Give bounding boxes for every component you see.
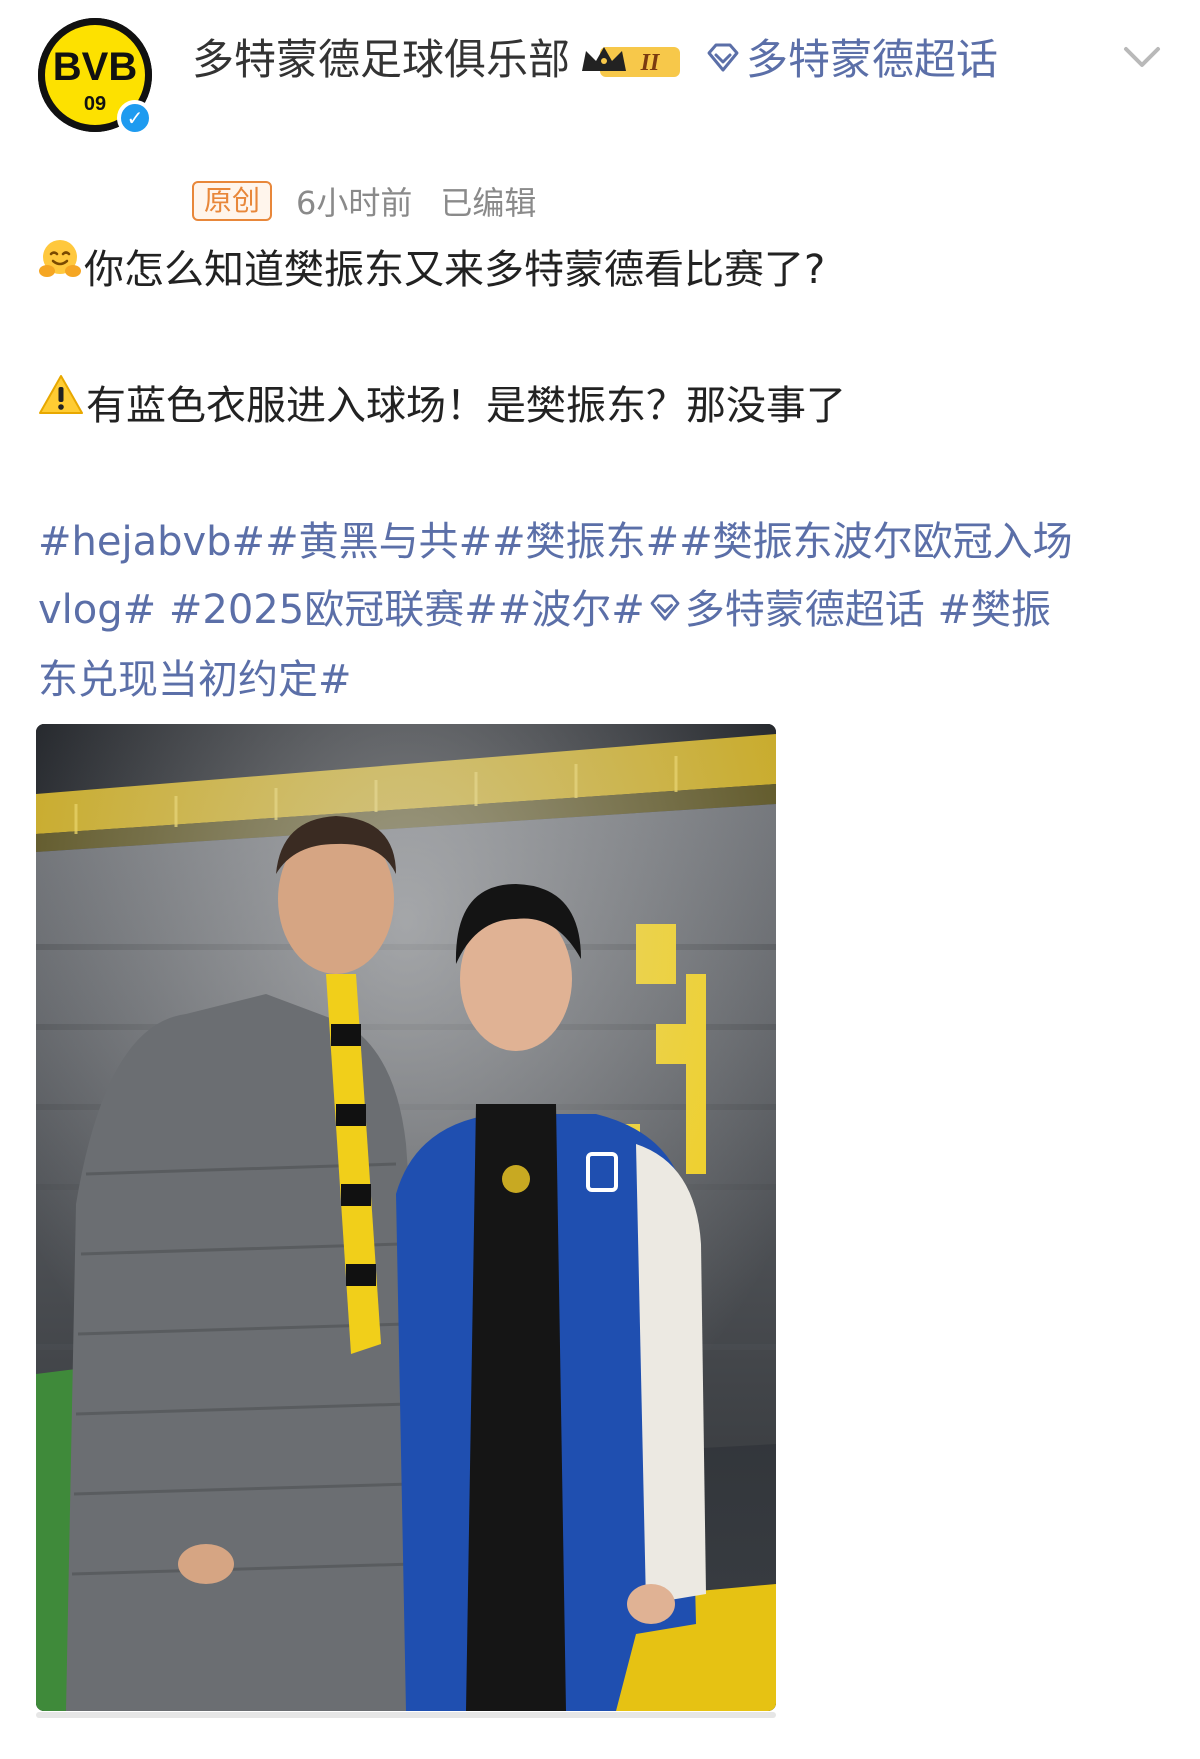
hashtag-fanzhendong[interactable]: #樊振东#	[492, 519, 679, 565]
edited-label: 已编辑	[440, 184, 537, 222]
stadium-photo	[36, 724, 776, 1711]
super-topic-label: 多特蒙德超话	[746, 35, 999, 84]
hashtag-promise-a[interactable]: #樊振	[937, 587, 1051, 633]
author-name[interactable]: 多特蒙德足球俱乐部	[192, 35, 570, 84]
author-line: 多特蒙德足球俱乐部 II 多特蒙德超话	[192, 28, 1052, 95]
hashtag-hejabvb[interactable]: #hejabvb#	[38, 519, 265, 565]
crown-icon[interactable]: II	[578, 37, 688, 81]
hashtag-block: #hejabvb##黄黑与共##樊振东##樊振东波尔欧冠入场 vlog# #20…	[38, 508, 1168, 714]
super-topic-inline-label: 多特蒙德超话	[684, 587, 925, 633]
hashtag-ucl-entrance-vlog[interactable]: #樊振东波尔欧冠入场	[679, 519, 1073, 565]
hashtag-row-2: vlog# #2025欧冠联赛##波尔# 多特蒙德超话 #樊振	[38, 576, 1168, 646]
post-text-1: 你怎么知道樊振东又来多特蒙德看比赛了?	[84, 247, 826, 293]
post-text-2: 有蓝色衣服进入球场！是樊振东？那没事了	[86, 383, 846, 429]
warning-icon	[38, 370, 84, 438]
hashtag-row-3: 东兑现当初约定#	[38, 646, 1168, 714]
hashtag-row-1: #hejabvb##黄黑与共##樊振东##樊振东波尔欧冠入场	[38, 508, 1168, 576]
post-meta: 原创 6小时前 已编辑	[192, 178, 564, 224]
hashtag-2025-ucl[interactable]: #2025欧冠联赛#	[169, 587, 498, 633]
diamond-icon	[649, 575, 681, 643]
verified-icon: ✓	[117, 100, 153, 136]
diamond-icon	[706, 27, 740, 91]
post-text-line-1: 你怎么知道樊振东又来多特蒙德看比赛了?	[38, 236, 1168, 306]
logo-bottom-text: 09	[84, 93, 106, 115]
hashtag-huangheiyugong[interactable]: #黄黑与共#	[265, 519, 492, 565]
hashtag-promise-b[interactable]: 东兑现当初约定#	[38, 657, 352, 703]
super-topic-link[interactable]: 多特蒙德超话	[692, 35, 998, 84]
hug-emoji-icon	[38, 234, 82, 302]
post-time: 6小时前	[296, 184, 413, 222]
vip-badge-level: II	[640, 50, 661, 76]
original-badge: 原创	[192, 181, 273, 221]
chevron-down-icon[interactable]	[1120, 34, 1164, 78]
logo-top-text: BVB	[53, 45, 137, 89]
post-image[interactable]	[36, 724, 776, 1711]
hashtag-boll[interactable]: #波尔#	[498, 587, 645, 633]
image-scroll-indicator	[36, 1712, 776, 1718]
hashtag-ucl-entrance-vlog-end[interactable]: vlog#	[38, 587, 156, 633]
post-text-line-2: 有蓝色衣服进入球场！是樊振东？那没事了	[38, 372, 1168, 442]
super-topic-inline-link[interactable]: 多特蒙德超话	[645, 587, 925, 633]
